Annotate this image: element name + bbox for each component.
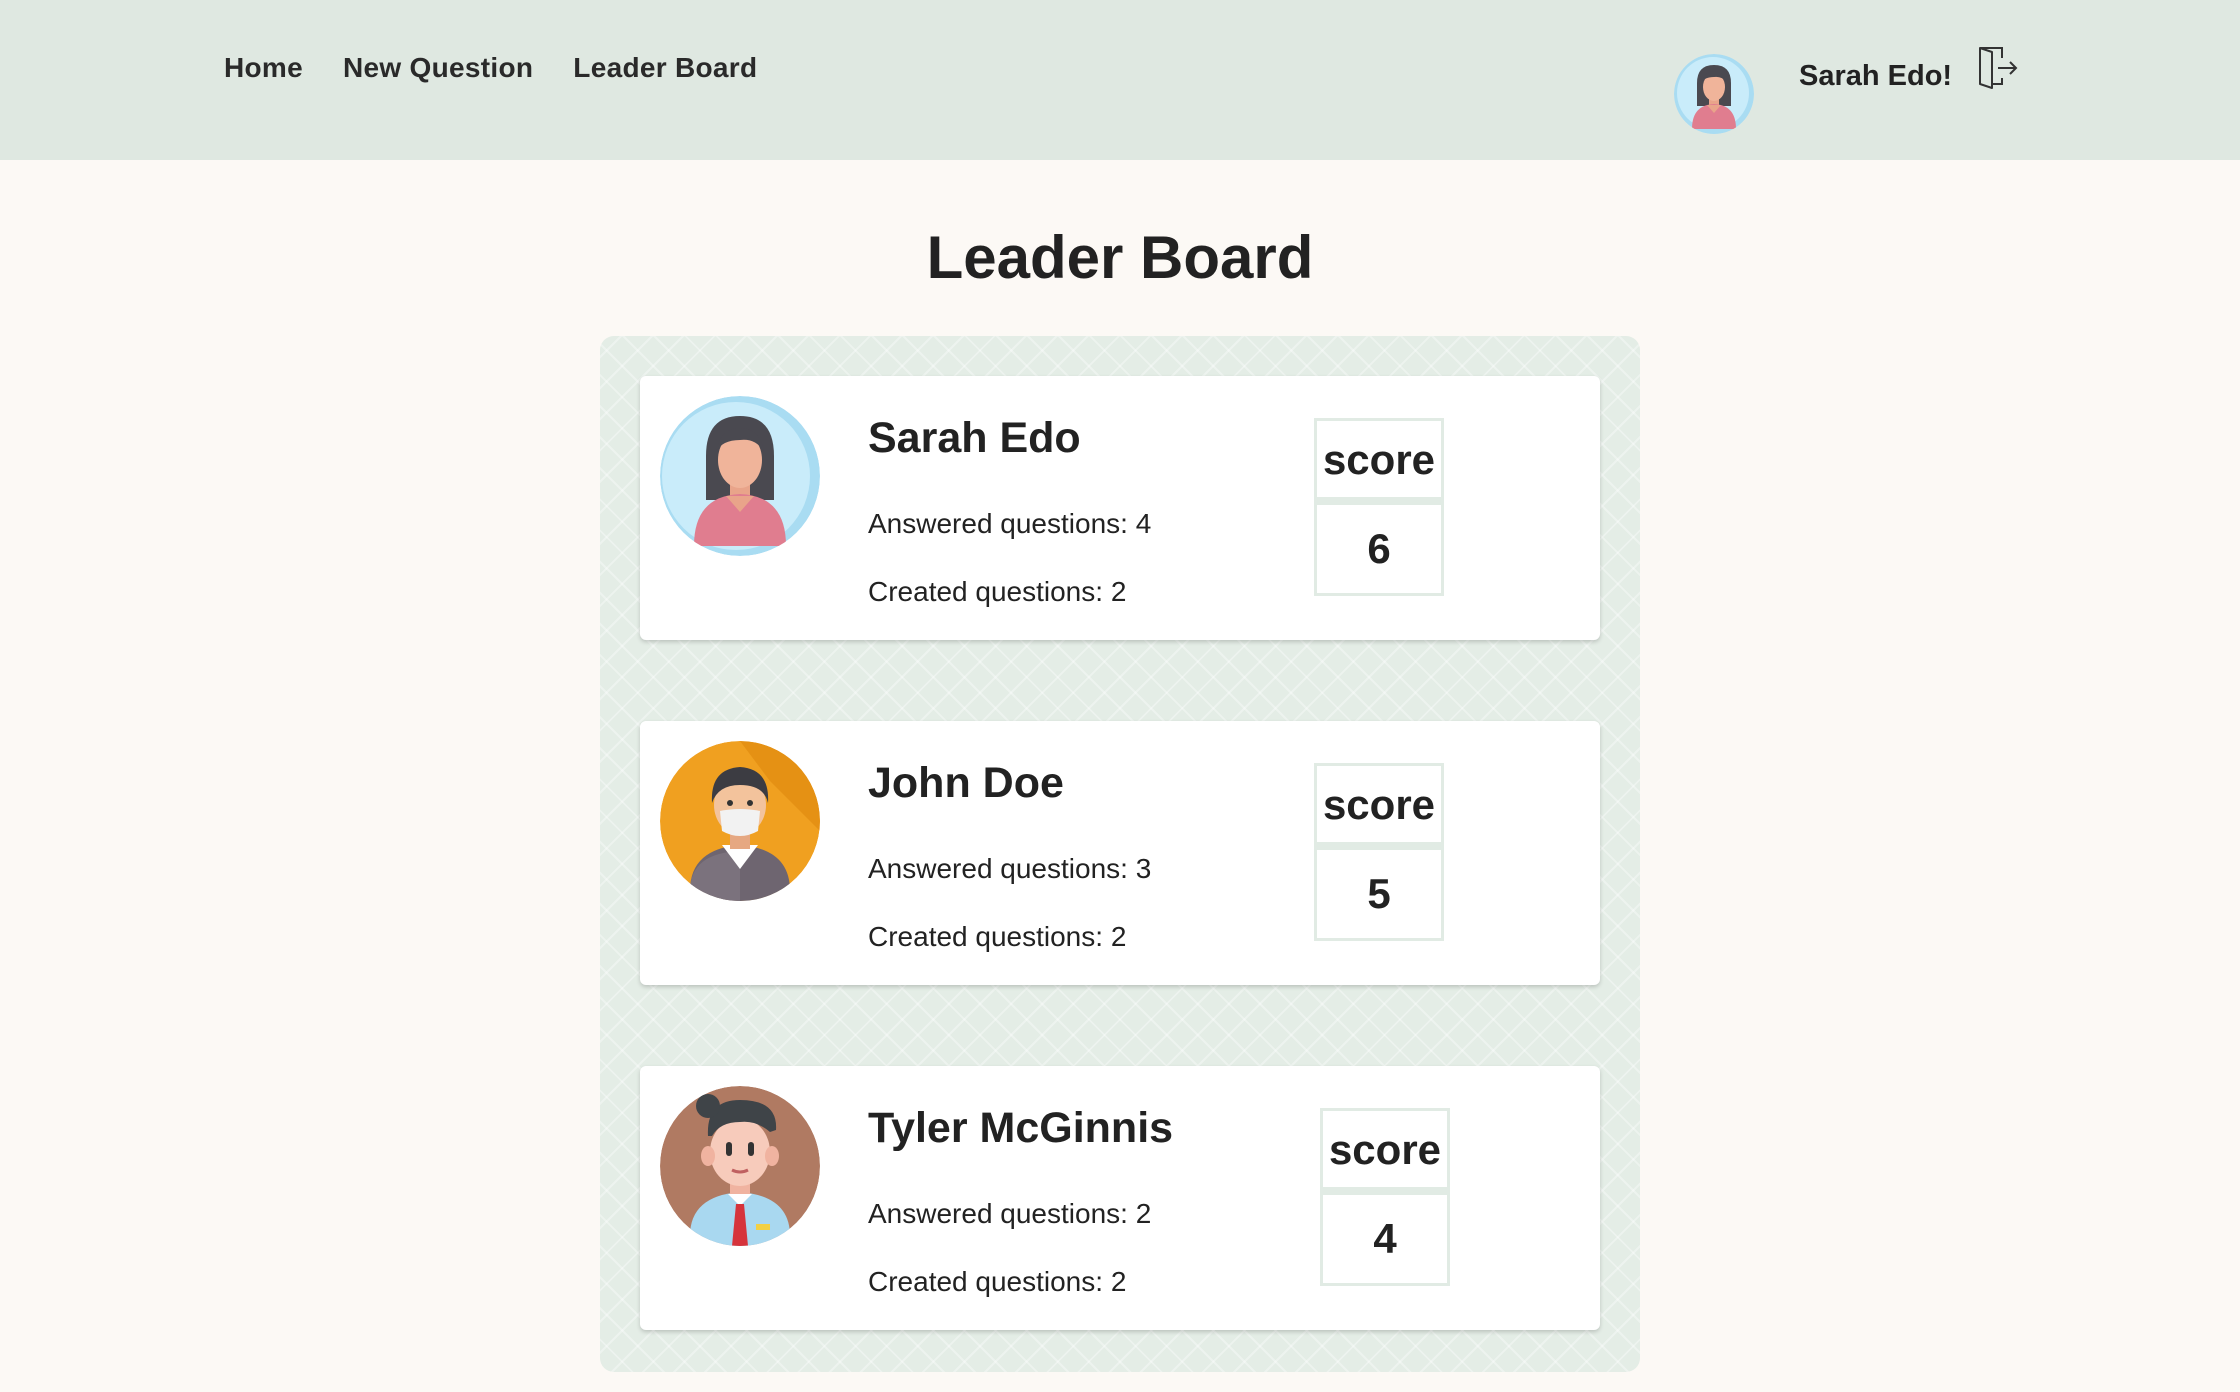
answered-count: Answered questions: 4 [868,508,1152,539]
created-count: Created questions: 2 [868,576,1127,607]
nav-link-new-question[interactable]: New Question [343,48,533,88]
user-avatar [1674,54,1754,134]
leader-card: John Doe Answered questions: 3 Created q… [640,721,1600,985]
leader-card: Sarah Edo Answered questions: 4 Created … [640,376,1600,640]
logout-icon [1979,47,2018,89]
created-count: Created questions: 2 [868,921,1127,952]
created-count: Created questions: 2 [868,1266,1127,1297]
score-box: score 6 [1314,418,1444,596]
leader-name: John Doe [868,759,1064,807]
leader-name: Tyler McGinnis [868,1104,1174,1152]
score-box: score 5 [1314,763,1444,941]
score-box: score 4 [1320,1108,1450,1286]
navbar: Home New Question Leader Board Sarah Edo… [0,0,2240,160]
nav-links: Home New Question Leader Board [224,48,757,88]
leader-card: Tyler McGinnis Answered questions: 2 Cre… [640,1066,1600,1330]
man-tie-avatar-icon [660,1086,820,1246]
leader-name: Sarah Edo [868,414,1081,462]
leaderboard-container: Sarah Edo Answered questions: 4 Created … [600,336,1640,1372]
score-value: 6 [1367,525,1391,572]
score-label: score [1323,1111,1447,1195]
nav-link-leader-board[interactable]: Leader Board [573,48,757,88]
woman-avatar-icon [1674,54,1754,134]
masked-man-avatar-icon [660,741,820,901]
score-label: score [1317,421,1441,505]
score-label: score [1317,766,1441,850]
answered-count: Answered questions: 3 [868,853,1152,884]
nav-link-home[interactable]: Home [224,48,303,88]
page-title: Leader Board [926,224,1314,291]
answered-count: Answered questions: 2 [868,1198,1152,1229]
user-greeting: Sarah Edo! [1799,60,1953,92]
leader-avatar [660,396,820,556]
leader-avatar [660,1086,820,1246]
leader-avatar [660,741,820,901]
score-value: 4 [1373,1215,1397,1262]
woman-avatar-icon [660,396,820,556]
logout-button[interactable] [1974,44,2022,92]
score-value: 5 [1367,870,1391,917]
